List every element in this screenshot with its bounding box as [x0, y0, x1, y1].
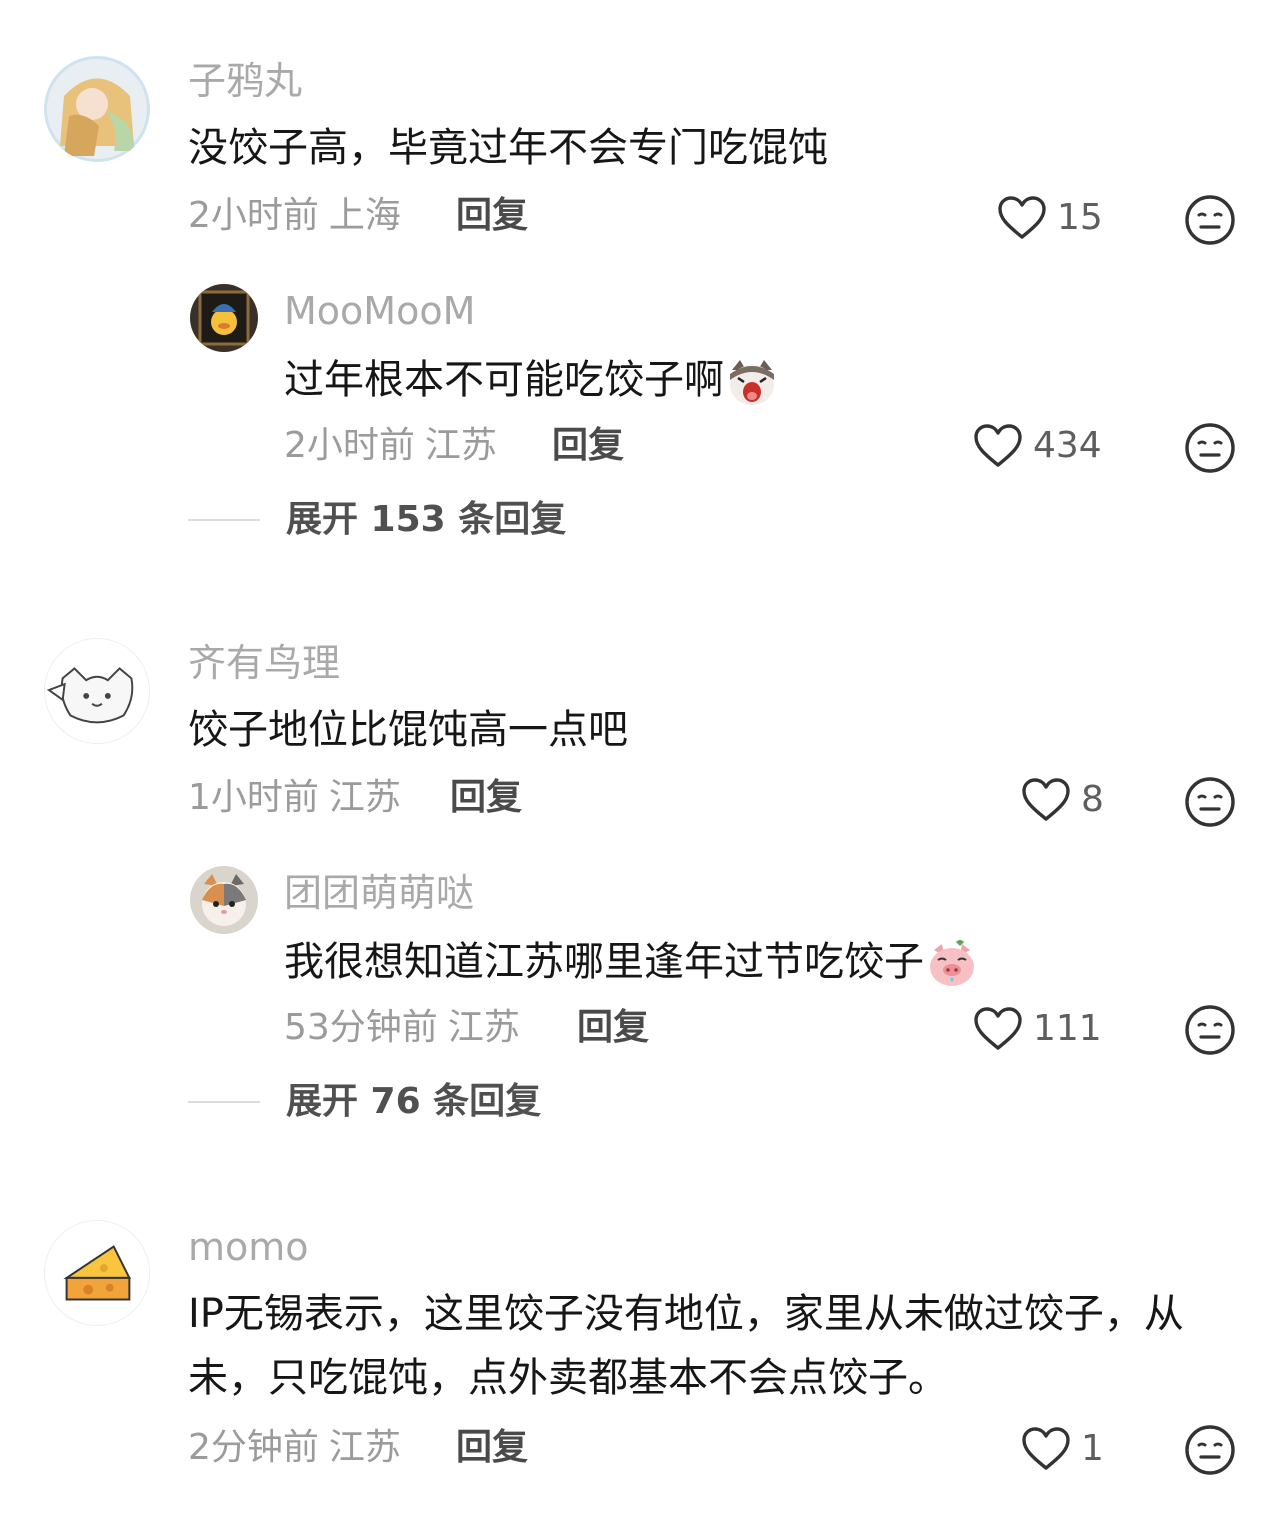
expand-replies-button[interactable]: 展开 153 条回复 [188, 502, 566, 538]
reply-text: 过年根本不可能吃饺子啊 [284, 356, 778, 408]
like-button[interactable]: 15 [997, 195, 1103, 241]
heart-outline-icon [974, 1007, 1022, 1050]
neutral-face-icon[interactable] [1184, 1004, 1236, 1056]
avatar[interactable] [44, 638, 150, 744]
neutral-face-icon[interactable] [1184, 194, 1236, 246]
comment-location: 江苏 [328, 1427, 401, 1468]
reply-text-body: 过年根本不可能吃饺子啊 [284, 357, 724, 403]
reply-username[interactable]: 团团萌萌哒 [284, 874, 474, 912]
reply-button[interactable]: 回复 [450, 780, 522, 816]
comment-meta: 1小时前 江苏 [188, 780, 401, 816]
avatar[interactable] [44, 1220, 150, 1326]
like-count: 8 [1081, 779, 1104, 820]
reply-text: 我很想知道江苏哪里逢年过节吃饺子 [284, 938, 978, 990]
comment-location: 江苏 [328, 777, 401, 818]
divider [188, 1101, 260, 1103]
comment-meta: 2分钟前 江苏 [188, 1430, 401, 1466]
reply-avatar[interactable] [190, 284, 258, 352]
comment-username[interactable]: 子鸦丸 [188, 62, 302, 100]
like-count: 434 [1033, 425, 1102, 466]
neutral-face-icon[interactable] [1184, 422, 1236, 474]
comment-username[interactable]: 齐有鸟理 [188, 644, 340, 682]
expand-replies-label: 展开 76 条回复 [286, 1081, 542, 1122]
comment-text: 饺子地位比馄饨高一点吧 [188, 707, 628, 753]
like-count: 15 [1057, 197, 1103, 238]
like-button[interactable]: 1 [1021, 1426, 1104, 1472]
neutral-face-icon[interactable] [1184, 776, 1236, 828]
reply-username[interactable]: MooMooM [284, 292, 475, 330]
reply-location: 江苏 [424, 425, 497, 466]
expand-replies-label: 展开 153 条回复 [286, 499, 567, 540]
comment-time: 2小时前 [188, 195, 319, 236]
comment-meta: 2小时前 上海 [188, 198, 401, 234]
comment-location: 上海 [328, 195, 401, 236]
like-button[interactable]: 434 [973, 423, 1102, 469]
like-count: 1 [1081, 1428, 1104, 1469]
reply-meta: 2小时前 江苏 [284, 428, 497, 464]
like-button[interactable]: 8 [1021, 777, 1104, 823]
heart-outline-icon [974, 424, 1022, 467]
avatar[interactable] [44, 56, 150, 162]
reply-button[interactable]: 回复 [456, 198, 528, 234]
like-button[interactable]: 111 [973, 1006, 1102, 1052]
heart-outline-icon [1022, 778, 1070, 821]
reply-button[interactable]: 回复 [456, 1430, 528, 1466]
reply-text-body: 我很想知道江苏哪里逢年过节吃饺子 [284, 939, 924, 985]
crying-cat-emoji [730, 360, 774, 405]
neutral-face-icon[interactable] [1184, 1424, 1236, 1476]
comment-text: IP无锡表示，这里饺子没有地位，家里从未做过饺子，从未，只吃馄饨，点外卖都基本不… [188, 1291, 1184, 1401]
expand-replies-button[interactable]: 展开 76 条回复 [188, 1084, 541, 1120]
divider [188, 519, 260, 521]
reply-button[interactable]: 回复 [577, 1010, 649, 1046]
like-count: 111 [1033, 1008, 1102, 1049]
reply-avatar[interactable] [190, 866, 258, 934]
reply-time: 2小时前 [284, 425, 415, 466]
comment-time: 1小时前 [188, 777, 319, 818]
reply-location: 江苏 [447, 1007, 520, 1048]
pig-emoji [930, 940, 974, 986]
reply-meta: 53分钟前 江苏 [284, 1010, 520, 1046]
reply-time: 53分钟前 [284, 1007, 438, 1048]
reply-button[interactable]: 回复 [552, 428, 624, 464]
heart-outline-icon [1022, 1427, 1070, 1470]
comment-username[interactable]: momo [188, 1228, 309, 1266]
heart-outline-icon [998, 196, 1046, 239]
comment-time: 2分钟前 [188, 1427, 319, 1468]
comment-text: 没饺子高，毕竟过年不会专门吃馄饨 [188, 125, 828, 171]
